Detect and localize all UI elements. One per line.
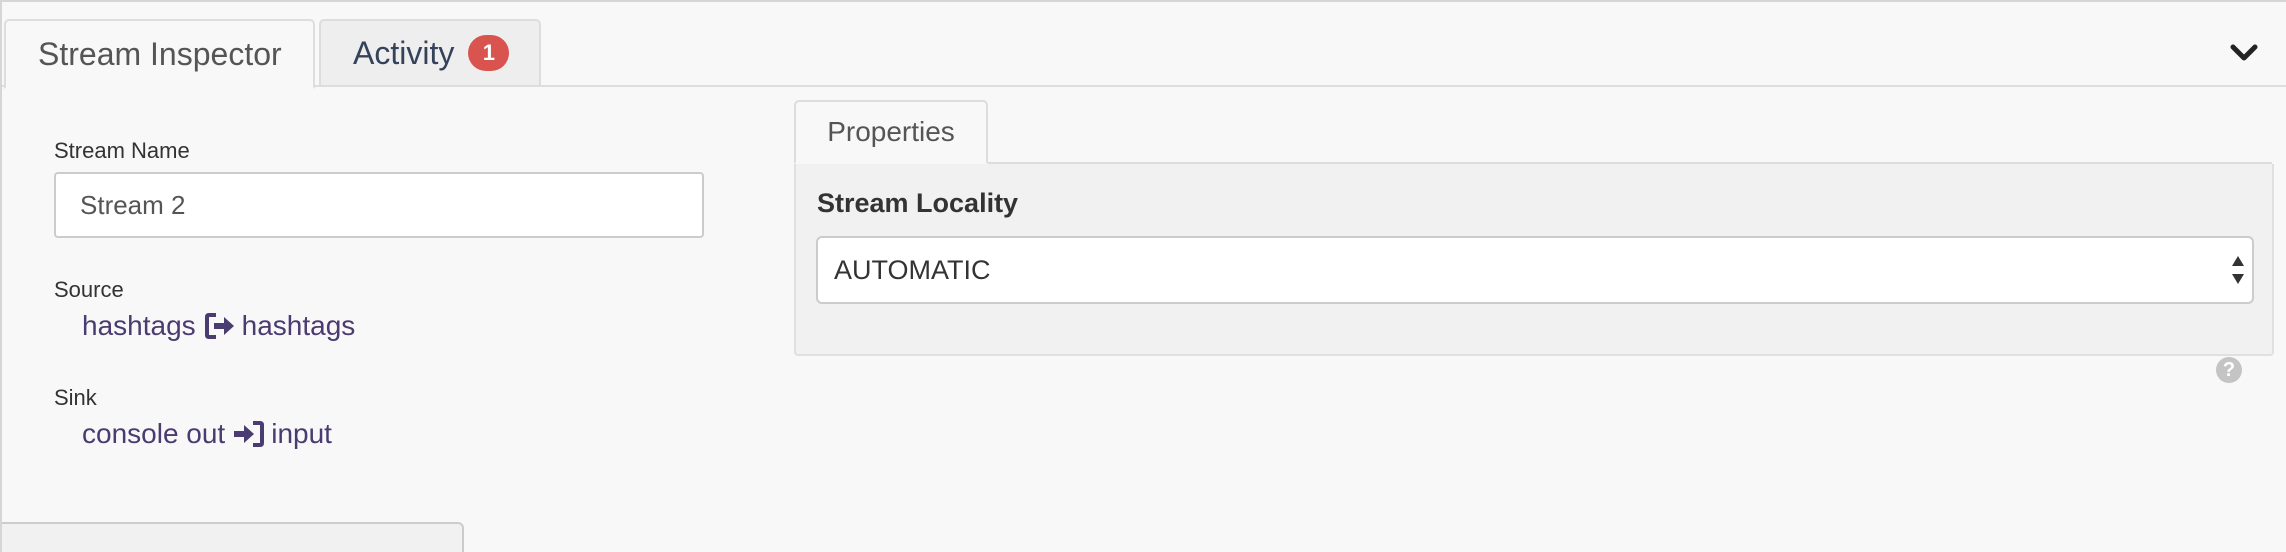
stream-locality-select[interactable]: AUTOMATIC — [816, 236, 2254, 304]
stream-locality-value: AUTOMATIC — [834, 254, 991, 285]
source-from-link[interactable]: hashtags — [82, 310, 196, 342]
sink-link-row: console out input — [82, 418, 332, 450]
tab-activity-label: Activity — [353, 34, 455, 71]
question-circle-icon[interactable]: ? — [2216, 357, 2242, 383]
inspector-panel: Stream Inspector Activity 1 Stream Name … — [0, 0, 2286, 552]
sign-out-icon — [204, 312, 236, 340]
tab-bar: Stream Inspector Activity 1 — [2, 19, 2286, 89]
select-arrows-icon — [2230, 252, 2246, 288]
stream-name-input[interactable]: Stream 2 — [54, 172, 704, 238]
tab-properties[interactable]: Properties — [794, 100, 988, 164]
source-to-link[interactable]: hashtags — [242, 310, 356, 342]
sink-to-link[interactable]: input — [271, 418, 332, 450]
tab-activity[interactable]: Activity 1 — [319, 19, 541, 87]
stream-name-label: Stream Name — [54, 138, 190, 163]
activity-count-badge: 1 — [468, 35, 510, 71]
tab-stream-inspector[interactable]: Stream Inspector — [4, 19, 315, 89]
bottom-panel-stub — [2, 522, 464, 552]
sink-from-link[interactable]: console out — [82, 418, 225, 450]
source-label: Source — [54, 277, 124, 302]
stream-locality-label: Stream Locality — [817, 188, 1019, 218]
sink-label: Sink — [54, 385, 97, 410]
tab-stream-inspector-label: Stream Inspector — [38, 35, 282, 72]
sign-in-icon — [233, 420, 265, 448]
tab-properties-label: Properties — [827, 116, 955, 147]
chevron-down-icon[interactable] — [2224, 33, 2264, 73]
stream-name-value: Stream 2 — [80, 189, 186, 220]
source-link-row: hashtags hashtags — [82, 310, 355, 342]
